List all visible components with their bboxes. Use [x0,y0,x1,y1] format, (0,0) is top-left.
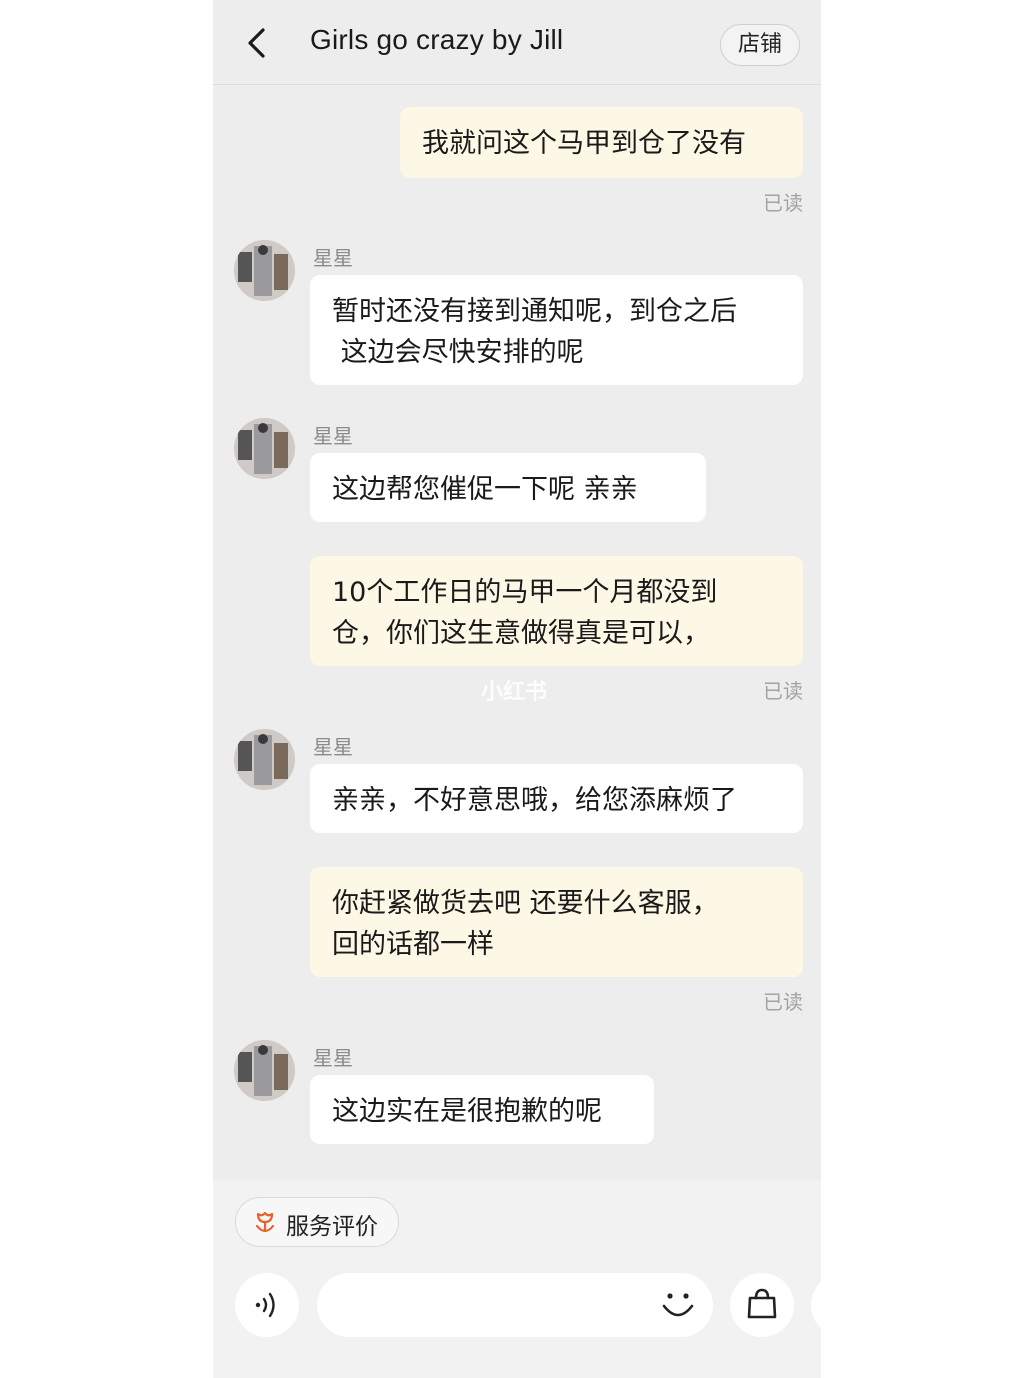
smile-icon[interactable] [659,1286,697,1328]
incoming-message: 这边实在是很抱歉的呢 [310,1075,654,1144]
service-rating-button[interactable]: 服务评价 [235,1197,399,1247]
avatar[interactable] [234,418,295,479]
top-bar: Girls go crazy by Jill 店铺 [213,0,821,85]
avatar[interactable] [234,1040,295,1101]
incoming-message: 这边帮您催促一下呢 亲亲 [310,453,706,522]
read-receipt: 已读 [763,191,803,215]
read-receipt: 已读 [763,990,803,1014]
more-button[interactable] [811,1273,821,1337]
shopping-bag-icon [745,1287,779,1325]
avatar[interactable] [234,729,295,790]
outgoing-message: 10个工作日的马甲一个月都没到 仓，你们这生意做得真是可以， [310,556,803,666]
back-arrow-icon[interactable] [241,26,275,60]
sender-name: 星星 [313,246,353,270]
chat-screen: Girls go crazy by Jill 店铺 我就问这个马甲到仓了没有 已… [213,0,821,1378]
page-title: Girls go crazy by Jill [310,24,564,55]
shop-button[interactable]: 店铺 [720,24,800,66]
shop-bag-button[interactable] [730,1273,794,1337]
voice-icon [253,1289,283,1325]
sender-name: 星星 [313,735,353,759]
avatar[interactable] [234,240,295,301]
watermark: 小红书 [481,680,548,705]
read-receipt: 已读 [763,679,803,703]
voice-button[interactable] [235,1273,299,1337]
flower-icon [252,1209,278,1239]
service-rating-label: 服务评价 [286,1214,378,1240]
sender-name: 星星 [313,1046,353,1070]
outgoing-message: 我就问这个马甲到仓了没有 [400,107,803,178]
incoming-message: 暂时还没有接到通知呢，到仓之后 这边会尽快安排的呢 [310,275,803,385]
outgoing-message: 你赶紧做货去吧 还要什么客服， 回的话都一样 [310,867,803,977]
input-bar: 服务评价 [213,1180,821,1378]
sender-name: 星星 [313,424,353,448]
incoming-message: 亲亲，不好意思哦，给您添麻烦了 [310,764,803,833]
message-input[interactable] [317,1273,713,1337]
